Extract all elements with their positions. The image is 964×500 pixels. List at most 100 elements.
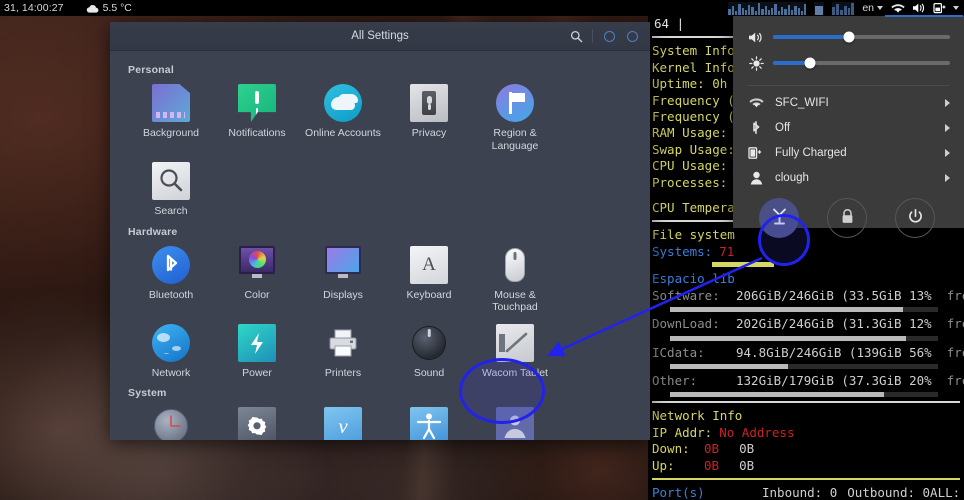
- color-icon: [238, 245, 276, 284]
- menu-item-user[interactable]: clough: [733, 165, 964, 190]
- settings-item-sound[interactable]: Sound: [386, 318, 472, 384]
- conky-systems-bar: [712, 262, 774, 268]
- search-icon: [152, 162, 190, 200]
- disk-name: Software:: [652, 287, 720, 303]
- system-monitor-graph-2[interactable]: [832, 1, 855, 15]
- clock-label[interactable]: 31, 14:00:27: [4, 0, 64, 16]
- system-status-menu: SFC_WIFI Off Fully Charged clough: [733, 10, 964, 238]
- users-icon: [496, 407, 534, 440]
- lock-button[interactable]: [827, 198, 867, 238]
- disk-free: 31.3GiB: [848, 316, 902, 332]
- settings-item-label: Network: [151, 366, 191, 379]
- disk-total: 246GiB: [788, 287, 834, 303]
- disk-total: 246GiB: [796, 344, 842, 360]
- section-label-hardware: Hardware: [128, 225, 178, 238]
- up-value-a: 0B: [704, 457, 720, 473]
- battery-icon[interactable]: [933, 2, 946, 14]
- settings-item-label: Privacy: [411, 127, 447, 139]
- online-accounts-icon: [324, 84, 362, 122]
- settings-item-notifications[interactable]: Notifications: [214, 78, 300, 156]
- settings-item-date-time[interactable]: Date & Time: [128, 401, 214, 440]
- settings-item-label: Wacom Tablet: [482, 366, 548, 379]
- system-monitor-graph[interactable]: [728, 1, 807, 15]
- mouse-touchpad-icon: [496, 246, 534, 284]
- titlebar-divider: [592, 29, 593, 43]
- printers-icon: [324, 324, 362, 362]
- settings-item-online-accounts[interactable]: Online Accounts: [300, 78, 386, 156]
- settings-item-region-language[interactable]: Region & Language: [472, 78, 558, 156]
- status-icons[interactable]: [885, 2, 963, 17]
- top-panel: 31, 14:00:27 5.5 °C en: [0, 0, 964, 17]
- settings-item-keyboard[interactable]: A Keyboard: [386, 240, 472, 318]
- displays-icon: [324, 245, 362, 284]
- settings-item-privacy[interactable]: Privacy: [386, 78, 472, 156]
- temperature-label: 5.5 °C: [102, 2, 132, 14]
- wifi-icon: [747, 95, 765, 111]
- volume-slider[interactable]: [773, 31, 950, 43]
- settings-item-wacom-tablet[interactable]: Wacom Tablet: [472, 318, 558, 384]
- bluetooth-icon: [152, 245, 190, 284]
- settings-item-label: Search: [154, 205, 188, 217]
- settings-item-displays[interactable]: Displays: [300, 240, 386, 318]
- menu-item-bluetooth[interactable]: Off: [733, 115, 964, 140]
- window-titlebar: All Settings: [110, 22, 650, 51]
- user-icon: [747, 170, 765, 186]
- wifi-icon[interactable]: [891, 3, 905, 14]
- settings-item-mouse-touchpad[interactable]: Mouse & Touchpad: [472, 240, 558, 318]
- system-monitor-meter[interactable]: [814, 1, 825, 15]
- circle-button-1[interactable]: [602, 29, 616, 43]
- disk-total: 246GiB: [788, 316, 834, 332]
- conky-systems-label: Systems:: [652, 243, 713, 259]
- settings-item-search[interactable]: Search: [128, 156, 214, 222]
- menu-item-wifi[interactable]: SFC_WIFI: [733, 90, 964, 115]
- conky-disk-row: Software:206GiB/246GiB (33.5GiB 13% free…: [652, 287, 964, 313]
- volume-icon: [747, 29, 765, 45]
- disk-used: 206GiB: [736, 287, 782, 303]
- power-button[interactable]: [895, 198, 935, 238]
- personal-grid: Background Notifications Online Accounts…: [128, 78, 632, 222]
- settings-item-label: Bluetooth: [148, 288, 194, 301]
- chevron-down-icon: [877, 6, 883, 10]
- menu-item-label: SFC_WIFI: [775, 96, 829, 109]
- settings-item-label: Mouse & Touchpad: [492, 288, 538, 314]
- chevron-down-icon[interactable]: [953, 6, 959, 10]
- brightness-slider[interactable]: [773, 57, 950, 69]
- disk-usage-bar: [670, 392, 938, 398]
- search-icon[interactable]: [569, 29, 583, 43]
- power-icon: [238, 323, 276, 362]
- settings-item-universal-access[interactable]: Universal Access: [386, 401, 472, 440]
- menu-item-battery[interactable]: Fully Charged: [733, 140, 964, 165]
- ports-label: Port(s): [652, 484, 705, 500]
- settings-item-sharing[interactable]: v Sharing: [300, 401, 386, 440]
- settings-item-label: Displays: [323, 288, 363, 301]
- weather-indicator[interactable]: 5.5 °C: [86, 0, 132, 16]
- volume-slider-row[interactable]: [733, 24, 964, 50]
- conky-systems-value: 71: [719, 243, 735, 259]
- disk-free-label: free): [946, 372, 964, 388]
- down-label: Down:: [652, 441, 690, 457]
- settings-item-color[interactable]: Color: [214, 240, 300, 318]
- disk-free: 37.3GiB: [848, 372, 902, 388]
- settings-tools-icon: [770, 207, 789, 229]
- conky-systems-row: Systems: 71: [652, 244, 960, 260]
- menu-item-label: clough: [775, 171, 809, 184]
- settings-button[interactable]: [759, 198, 799, 238]
- settings-item-details[interactable]: Details: [214, 401, 300, 440]
- details-icon: [238, 407, 276, 440]
- disk-used: 202GiB: [736, 316, 782, 332]
- language-indicator[interactable]: en: [862, 0, 883, 16]
- settings-item-network[interactable]: Network: [128, 318, 214, 384]
- settings-item-printers[interactable]: Printers: [300, 318, 386, 384]
- settings-item-users[interactable]: Users: [472, 401, 558, 440]
- chevron-right-icon: [945, 123, 950, 132]
- circle-button-2[interactable]: [625, 29, 639, 43]
- settings-item-power[interactable]: Power: [214, 318, 300, 384]
- universal-access-icon: [410, 407, 448, 440]
- settings-item-background[interactable]: Background: [128, 78, 214, 156]
- settings-item-bluetooth[interactable]: Bluetooth: [128, 240, 214, 318]
- brightness-slider-row[interactable]: [733, 50, 964, 76]
- sound-icon: [410, 324, 448, 362]
- menu-action-buttons: [733, 190, 964, 238]
- volume-icon[interactable]: [912, 2, 926, 14]
- settings-item-label: Keyboard: [406, 288, 452, 301]
